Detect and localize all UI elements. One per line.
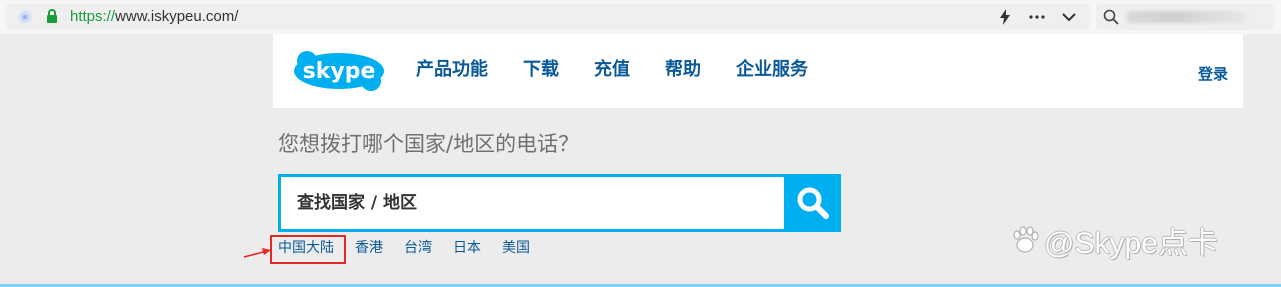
country-search-field[interactable] bbox=[278, 174, 784, 232]
nav-item-help[interactable]: 帮助 bbox=[665, 58, 701, 84]
search-button[interactable] bbox=[784, 174, 841, 232]
arrow-icon bbox=[243, 248, 271, 258]
nav-item-features[interactable]: 产品功能 bbox=[416, 58, 488, 84]
site-header: skype 产品功能 下载 充值 帮助 企业服务 登录 bbox=[273, 34, 1243, 108]
page-question: 您想拨打哪个国家/地区的电话？ bbox=[278, 132, 580, 156]
highlight-box bbox=[270, 235, 346, 264]
watermark: @Skype点卡 bbox=[1010, 223, 1218, 260]
paw-icon bbox=[1013, 226, 1039, 253]
main-nav: 产品功能 下载 充值 帮助 企业服务 bbox=[416, 58, 843, 84]
quick-link-usa[interactable]: 美国 bbox=[502, 238, 530, 258]
more-icon[interactable] bbox=[1029, 15, 1045, 19]
logo-text: skype bbox=[303, 59, 376, 84]
search-icon bbox=[1103, 9, 1119, 25]
login-link[interactable]: 登录 bbox=[1198, 63, 1228, 84]
search-icon bbox=[797, 187, 829, 219]
url-scheme: https:// bbox=[70, 8, 116, 25]
country-search-input[interactable] bbox=[281, 177, 784, 229]
nav-item-download[interactable]: 下载 bbox=[523, 58, 559, 84]
skype-logo[interactable]: skype bbox=[293, 51, 385, 91]
quick-link-hongkong[interactable]: 香港 bbox=[355, 238, 383, 258]
chevron-down-icon[interactable] bbox=[1062, 12, 1076, 22]
lock-icon bbox=[47, 9, 57, 23]
watermark-text: @Skype点卡 bbox=[1044, 227, 1218, 260]
nav-item-recharge[interactable]: 充值 bbox=[594, 58, 630, 84]
url-host: www.iskypeu.com/ bbox=[115, 8, 239, 25]
browser-toolbar: https://www.iskypeu.com/ bbox=[0, 0, 1281, 34]
url-text[interactable]: https://www.iskypeu.com/ bbox=[70, 8, 238, 25]
nav-item-enterprise[interactable]: 企业服务 bbox=[736, 58, 808, 84]
quick-link-taiwan[interactable]: 台湾 bbox=[404, 238, 432, 258]
quick-link-japan[interactable]: 日本 bbox=[453, 238, 481, 258]
blurred-search-text bbox=[1126, 11, 1246, 23]
bolt-icon[interactable] bbox=[998, 9, 1012, 25]
page-icon bbox=[18, 10, 32, 24]
